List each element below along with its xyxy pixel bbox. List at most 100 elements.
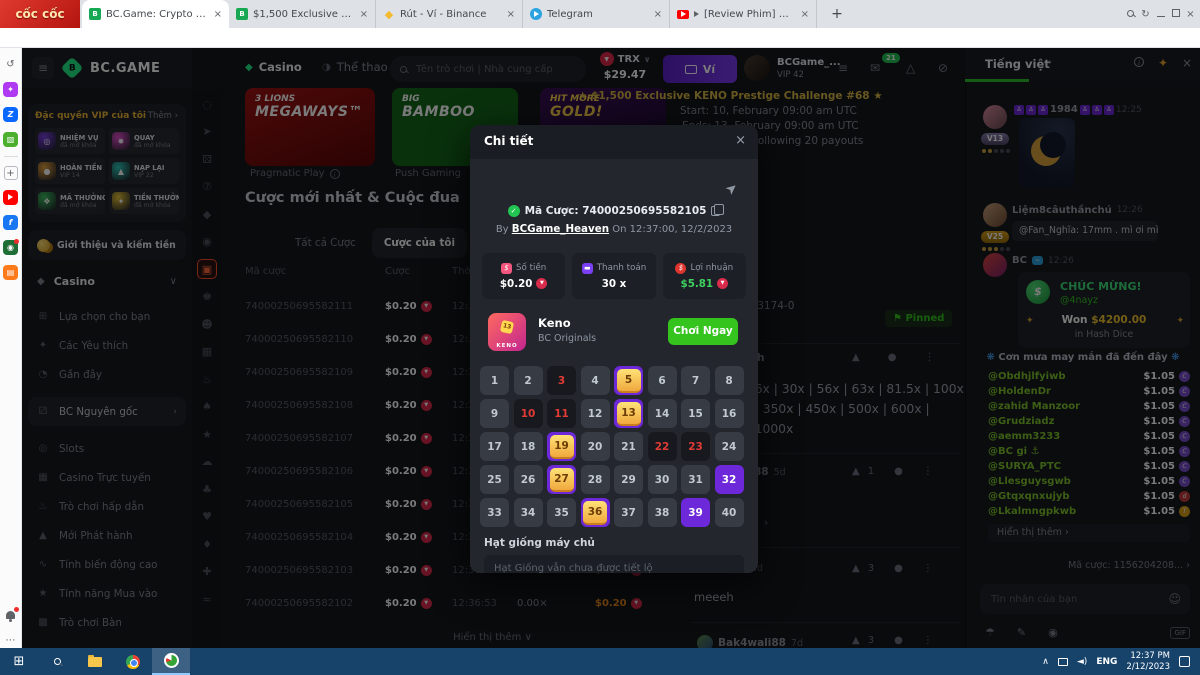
start-button[interactable]: ⊞ [0,648,38,675]
keno-cell[interactable]: 28 [581,465,610,494]
keno-cell[interactable]: 35 [547,498,576,527]
keno-cell[interactable]: 2 [514,366,543,395]
stat-value: $0.20▼ [500,278,548,290]
keno-cell[interactable]: 25 [480,465,509,494]
history-icon[interactable]: ↺ [3,56,19,72]
shop-icon[interactable]: ▤ [3,264,19,280]
sports-icon[interactable]: ◉ [3,239,19,255]
keno-cell[interactable]: 3 [547,366,576,395]
keno-cell[interactable]: 37 [614,498,643,527]
browser-tab[interactable]: Telegram× [523,0,670,28]
keno-cell[interactable]: 7 [681,366,710,395]
keno-cell[interactable]: 16 [715,399,744,428]
server-seed-field[interactable]: Hạt Giống vẫn chưa được tiết lộ [484,555,744,573]
maximize-button[interactable] [1168,9,1183,20]
tab-close-icon[interactable]: × [507,9,515,20]
bcgame-favicon-icon: B [89,8,101,20]
messenger-icon[interactable]: ✦ [3,81,19,97]
volume-icon[interactable]: ◄) [1077,657,1087,667]
keno-cell[interactable]: 21 [614,432,643,461]
bet-datetime: 12:37:00, 12/2/2023 [630,224,733,235]
bet-stat-box: $ Lợi nhuận $5.81▼ [663,253,746,299]
close-window-button[interactable]: × [1183,9,1198,20]
keno-cell[interactable]: 14 [648,399,677,428]
keno-cell[interactable]: 30 [648,465,677,494]
add-icon[interactable]: + [4,166,18,180]
share-icon[interactable]: ➤ [722,179,741,199]
play-now-button[interactable]: Chơi Ngay [668,318,738,345]
keno-cell[interactable]: 36 [581,498,610,527]
keno-cell[interactable]: 31 [681,465,710,494]
action-center-icon[interactable] [1179,656,1190,667]
keno-cell[interactable]: 33 [480,498,509,527]
author-link[interactable]: BCGame_Heaven [512,223,609,235]
browser-tab[interactable]: BBC.Game: Crypto Casino Gam× [82,0,229,28]
taskbar-clock[interactable]: 12:37 PM 2/12/2023 [1126,651,1170,672]
taskbar-search-icon[interactable] [38,648,76,675]
keno-hit-tile: 5 [617,369,641,393]
minimize-button[interactable] [1153,9,1168,20]
tray-expand-icon[interactable]: ∧ [1042,657,1049,667]
more-icon[interactable]: ⋯ [3,632,19,648]
keno-cell[interactable]: 17 [480,432,509,461]
coccoc-logo[interactable]: cốc cốc [0,0,80,28]
keno-cell[interactable]: 4 [581,366,610,395]
keno-cell[interactable]: 20 [581,432,610,461]
browser-tab[interactable]: B$1,500 Exclusive Weekend Ke× [229,0,376,28]
keno-cell[interactable]: 24 [715,432,744,461]
stat-value: $5.81▼ [681,278,729,290]
recent-tabs-icon[interactable]: ↻ [1138,9,1153,20]
tab-title: Rút - Ví - Binance [400,9,502,20]
keno-cell[interactable]: 15 [681,399,710,428]
new-tab-button[interactable]: + [826,3,848,25]
keno-game-icon[interactable]: 13 KENO [488,313,526,351]
address-bar: ← → ↻ bc.game/vi/game/keno ✦⇩A↗☆◇3↓⊞♫◎⇩ [0,28,1200,48]
tab-close-icon[interactable]: × [801,9,809,20]
copy-icon[interactable] [711,206,720,216]
keno-cell[interactable]: 29 [614,465,643,494]
tab-close-icon[interactable]: × [214,9,222,20]
stat-label: Lợi nhuận [690,263,733,273]
profit-icon: $ [675,263,686,274]
file-explorer-icon[interactable] [76,648,114,675]
browser-tab[interactable]: [Review Phim] HÀO QUẢ× [670,0,817,28]
zalo-icon[interactable]: Z [3,106,19,122]
chrome-icon[interactable] [114,648,152,675]
tab-close-icon[interactable]: × [654,9,662,20]
browser-tab[interactable]: ◆Rút - Ví - Binance× [376,0,523,28]
keno-cell[interactable]: 27 [547,465,576,494]
language-indicator[interactable]: ENG [1096,657,1117,667]
keno-cell[interactable]: 23 [681,432,710,461]
coccoc-taskbar-icon[interactable] [152,648,190,675]
keno-cell[interactable]: 26 [514,465,543,494]
notification-bell-icon[interactable] [3,607,19,623]
keno-cell[interactable]: 12 [581,399,610,428]
modal-close-icon[interactable]: × [735,133,746,148]
keno-cell[interactable]: 9 [480,399,509,428]
keno-cell[interactable]: 11 [547,399,576,428]
games-icon[interactable]: ▧ [3,131,19,147]
keno-cell[interactable]: 32 [715,465,744,494]
youtube-icon[interactable] [3,189,19,205]
divider [4,156,18,157]
keno-cell[interactable]: 6 [648,366,677,395]
keno-cell[interactable]: 39 [681,498,710,527]
keno-cell[interactable]: 8 [715,366,744,395]
tab-search-icon[interactable] [1123,9,1138,20]
network-icon[interactable] [1058,658,1068,666]
keno-cell[interactable]: 18 [514,432,543,461]
keno-hit-tile: 36 [583,501,607,525]
keno-cell[interactable]: 10 [514,399,543,428]
keno-cell[interactable]: 38 [648,498,677,527]
keno-cell[interactable]: 13 [614,399,643,428]
keno-cell[interactable]: 19 [547,432,576,461]
tab-close-icon[interactable]: × [360,9,368,20]
keno-cell[interactable]: 5 [614,366,643,395]
facebook-icon[interactable]: f [3,214,19,230]
keno-cell[interactable]: 40 [715,498,744,527]
keno-cell[interactable]: 34 [514,498,543,527]
keno-cell[interactable]: 1 [480,366,509,395]
modal-title: Chi tiết [484,134,533,148]
tab-strip: BBC.Game: Crypto Casino Gam×B$1,500 Excl… [82,0,817,28]
keno-cell[interactable]: 22 [648,432,677,461]
